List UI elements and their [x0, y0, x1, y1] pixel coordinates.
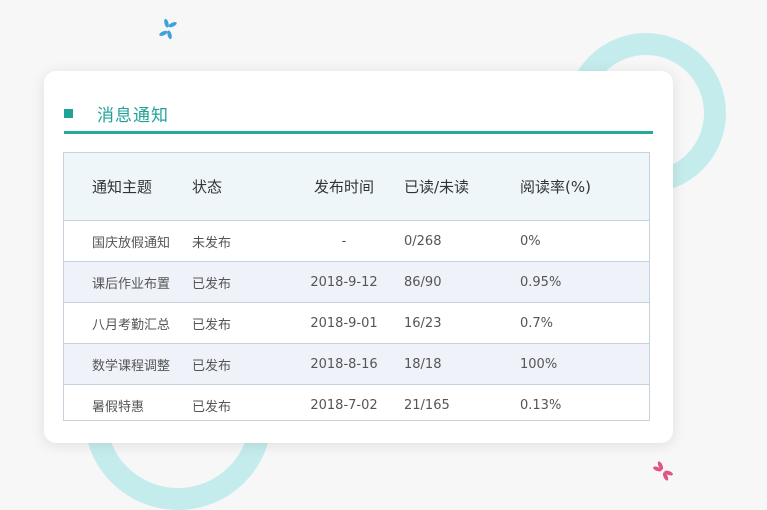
- cell-status: 已发布: [192, 358, 232, 374]
- cell-topic: 八月考勤汇总: [92, 317, 171, 333]
- header-rate: 阅读率(%): [520, 178, 591, 196]
- cell-rate: 0.13%: [520, 398, 562, 413]
- table-row[interactable]: 数学课程调整 已发布 2018-8-16 18/18 100%: [64, 344, 649, 385]
- cell-read: 86/90: [404, 274, 442, 290]
- cell-date: 2018-9-12: [310, 274, 378, 290]
- card-title: 消息通知: [97, 105, 169, 126]
- cell-topic: 国庆放假通知: [92, 235, 171, 251]
- header-read: 已读/未读: [404, 178, 470, 196]
- header-divider: [64, 131, 653, 134]
- cell-topic: 暑假特惠: [92, 400, 145, 415]
- cell-status: 未发布: [192, 235, 232, 251]
- table-row[interactable]: 课后作业布置 已发布 2018-9-12 86/90 0.95%: [64, 262, 649, 303]
- cell-status: 已发布: [192, 276, 232, 292]
- header-status: 状态: [192, 178, 223, 196]
- header-date: 发布时间: [313, 178, 374, 196]
- cell-rate: 100%: [520, 356, 558, 372]
- cell-topic: 课后作业布置: [92, 276, 171, 292]
- cell-date: -: [341, 233, 347, 249]
- cell-rate: 0.7%: [520, 315, 554, 331]
- cell-read: 18/18: [404, 356, 442, 372]
- table-row[interactable]: 国庆放假通知 未发布 - 0/268 0%: [64, 221, 649, 262]
- cell-read: 0/268: [404, 233, 442, 249]
- cell-rate: 0%: [520, 233, 541, 249]
- card-header: 消息通知: [64, 101, 169, 126]
- cell-status: 已发布: [192, 317, 232, 333]
- table-row[interactable]: 八月考勤汇总 已发布 2018-9-01 16/23 0.7%: [64, 303, 649, 344]
- table-row[interactable]: 暑假特惠 已发布 2018-7-02 21/165 0.13%: [64, 385, 649, 420]
- notification-table: 通知主题 状态 发布时间 已读/未读 阅读率(%) 国庆放假通知 未发布 - 0…: [63, 152, 650, 421]
- blue-sparkle-icon: [159, 18, 177, 40]
- cell-date: 2018-8-16: [310, 356, 378, 372]
- notification-card: 消息通知 通知主题 状态 发布时间 已读/未读 阅读率(%) 国庆放假通知 未发…: [44, 71, 673, 443]
- header-topic: 通知主题: [92, 178, 153, 196]
- pink-sparkle-icon: [653, 461, 673, 481]
- cell-read: 21/165: [404, 398, 450, 413]
- cell-topic: 数学课程调整: [92, 358, 171, 374]
- cell-date: 2018-7-02: [310, 398, 378, 413]
- cell-read: 16/23: [404, 315, 442, 331]
- cell-date: 2018-9-01: [310, 315, 378, 331]
- cell-status: 已发布: [192, 400, 232, 415]
- square-bullet-icon: [64, 108, 73, 118]
- table-header-row: 通知主题 状态 发布时间 已读/未读 阅读率(%): [64, 153, 649, 221]
- cell-rate: 0.95%: [520, 274, 562, 290]
